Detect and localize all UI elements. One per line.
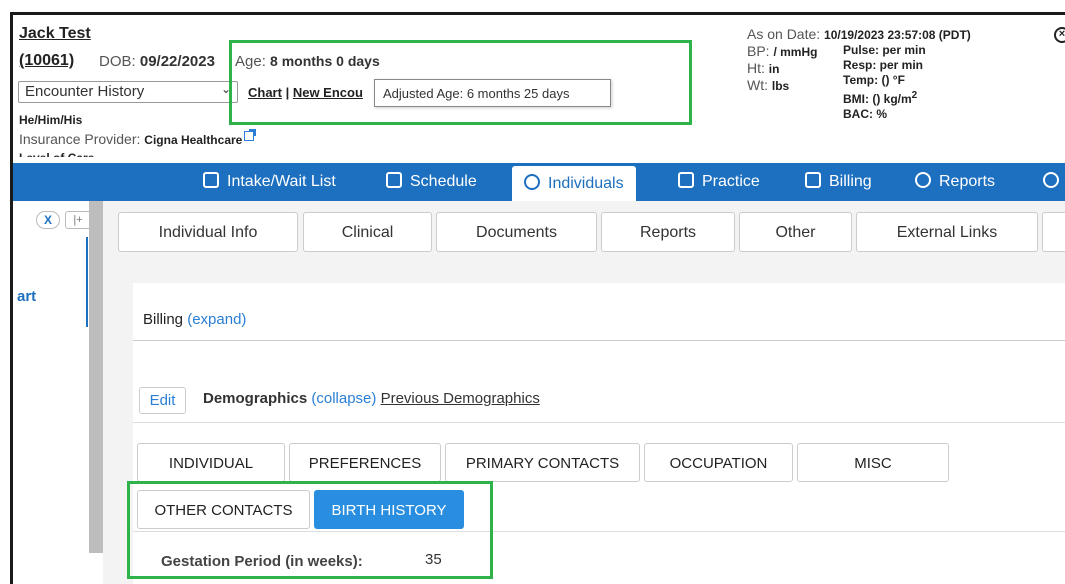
pronouns: He/Him/His	[19, 113, 83, 127]
nav-individuals[interactable]: Individuals	[512, 166, 636, 201]
nav-practice[interactable]: Practice	[678, 163, 760, 201]
divider	[133, 340, 1065, 341]
person-icon	[524, 174, 540, 190]
ht-label: Ht:	[747, 60, 765, 76]
tab-reports[interactable]: Reports	[601, 212, 735, 252]
dob-value: 09/22/2023	[139, 53, 215, 70]
nav-billing[interactable]: Billing	[805, 163, 872, 201]
sidebar-pin-button[interactable]: |+	[65, 211, 91, 229]
tab-documents[interactable]: Documents	[436, 212, 597, 252]
practice-icon	[678, 172, 694, 188]
nav-practice-label: Practice	[702, 173, 760, 190]
sidebar-active-indicator	[86, 237, 88, 327]
billing-section: Billing (expand)	[143, 311, 246, 328]
as-on-label: As on Date:	[747, 26, 821, 42]
ht-value: in	[768, 62, 780, 76]
demographics-collapse-link[interactable]: (collapse)	[311, 390, 376, 407]
subtab-individual[interactable]: INDIVIDUAL	[137, 443, 285, 482]
reports-icon	[915, 172, 931, 188]
tab-clinical[interactable]: Clinical	[303, 212, 432, 252]
external-link-icon[interactable]	[244, 129, 257, 141]
nav-intake[interactable]: Intake/Wait List	[203, 163, 336, 201]
bp-label: BP:	[747, 43, 770, 59]
pulse: Pulse: per min	[843, 43, 926, 57]
nav-settings[interactable]	[1043, 163, 1065, 201]
bp-value: / mmHg	[773, 45, 818, 59]
tab-overflow[interactable]	[1042, 212, 1065, 252]
main-nav: Intake/Wait List Schedule Individuals Pr…	[13, 163, 1065, 201]
level-of-care-partial: Level of Care	[19, 151, 94, 157]
resp: Resp: per min	[843, 58, 924, 72]
subtab-preferences[interactable]: PREFERENCES	[289, 443, 441, 482]
birth-history-highlight-box	[127, 481, 493, 579]
patient-name[interactable]: Jack Test	[19, 25, 91, 43]
tab-other[interactable]: Other	[739, 212, 852, 252]
bac: BAC: %	[843, 107, 887, 121]
billing-expand-link[interactable]: (expand)	[187, 311, 246, 328]
insurance-value: Cigna Healthcare	[144, 133, 243, 147]
bmi-sup: 2	[911, 90, 918, 101]
close-icon[interactable]: ×	[1054, 27, 1065, 43]
age-highlight-box	[229, 40, 692, 125]
dob-label: DOB:	[99, 53, 136, 70]
calendar-icon	[386, 172, 402, 188]
frame-border-top	[10, 12, 1065, 15]
bmi: BMI: () kg/m2	[843, 88, 926, 107]
billing-icon	[805, 172, 821, 188]
nav-billing-label: Billing	[829, 173, 872, 190]
wt-value: lbs	[771, 79, 790, 93]
nav-individuals-label: Individuals	[548, 175, 624, 192]
intake-icon	[203, 172, 219, 188]
vitals-right: Pulse: per min Resp: per min Temp: () °F…	[843, 43, 926, 122]
encounter-select-value: Encounter History	[25, 83, 145, 100]
bmi-text: BMI: () kg/m	[843, 92, 912, 106]
sidebar-scrollbar[interactable]	[89, 201, 103, 553]
billing-label: Billing	[143, 311, 184, 328]
subtab-primary-contacts[interactable]: PRIMARY CONTACTS	[445, 443, 640, 482]
tab-external-links[interactable]: External Links	[856, 212, 1038, 252]
insurance-label: Insurance Provider:	[19, 131, 141, 147]
divider	[133, 422, 1065, 423]
subtab-misc[interactable]: MISC	[797, 443, 949, 482]
encounter-history-select[interactable]: Encounter History ⌄	[18, 81, 238, 103]
as-on-value: 10/19/2023 23:57:08 (PDT)	[824, 28, 971, 42]
nav-reports-label: Reports	[939, 173, 996, 190]
demographics-header: Demographics (collapse) Previous Demogra…	[203, 390, 540, 407]
wt-label: Wt:	[747, 77, 768, 93]
nav-schedule[interactable]: Schedule	[386, 163, 477, 201]
previous-demographics-link[interactable]: Previous Demographics	[381, 390, 540, 407]
tab-individual-info[interactable]: Individual Info	[118, 212, 298, 252]
nav-schedule-label: Schedule	[410, 173, 477, 190]
dob: DOB: 09/22/2023	[99, 53, 215, 70]
sidebar-close-button[interactable]: X	[36, 211, 60, 229]
patient-id[interactable]: (10061)	[19, 52, 74, 70]
demographics-label: Demographics	[203, 390, 308, 407]
frame-border-left	[10, 12, 13, 584]
sidebar-item-chart[interactable]: art	[17, 288, 36, 305]
left-sidebar: X |+ art	[13, 201, 117, 584]
subtab-occupation[interactable]: OCCUPATION	[644, 443, 793, 482]
edit-button[interactable]: Edit	[139, 387, 186, 414]
gear-icon	[1043, 172, 1059, 188]
insurance: Insurance Provider: Cigna Healthcare	[19, 129, 257, 147]
nav-reports[interactable]: Reports	[915, 163, 995, 201]
temp: Temp: () °F	[843, 73, 905, 87]
nav-intake-label: Intake/Wait List	[227, 173, 336, 190]
